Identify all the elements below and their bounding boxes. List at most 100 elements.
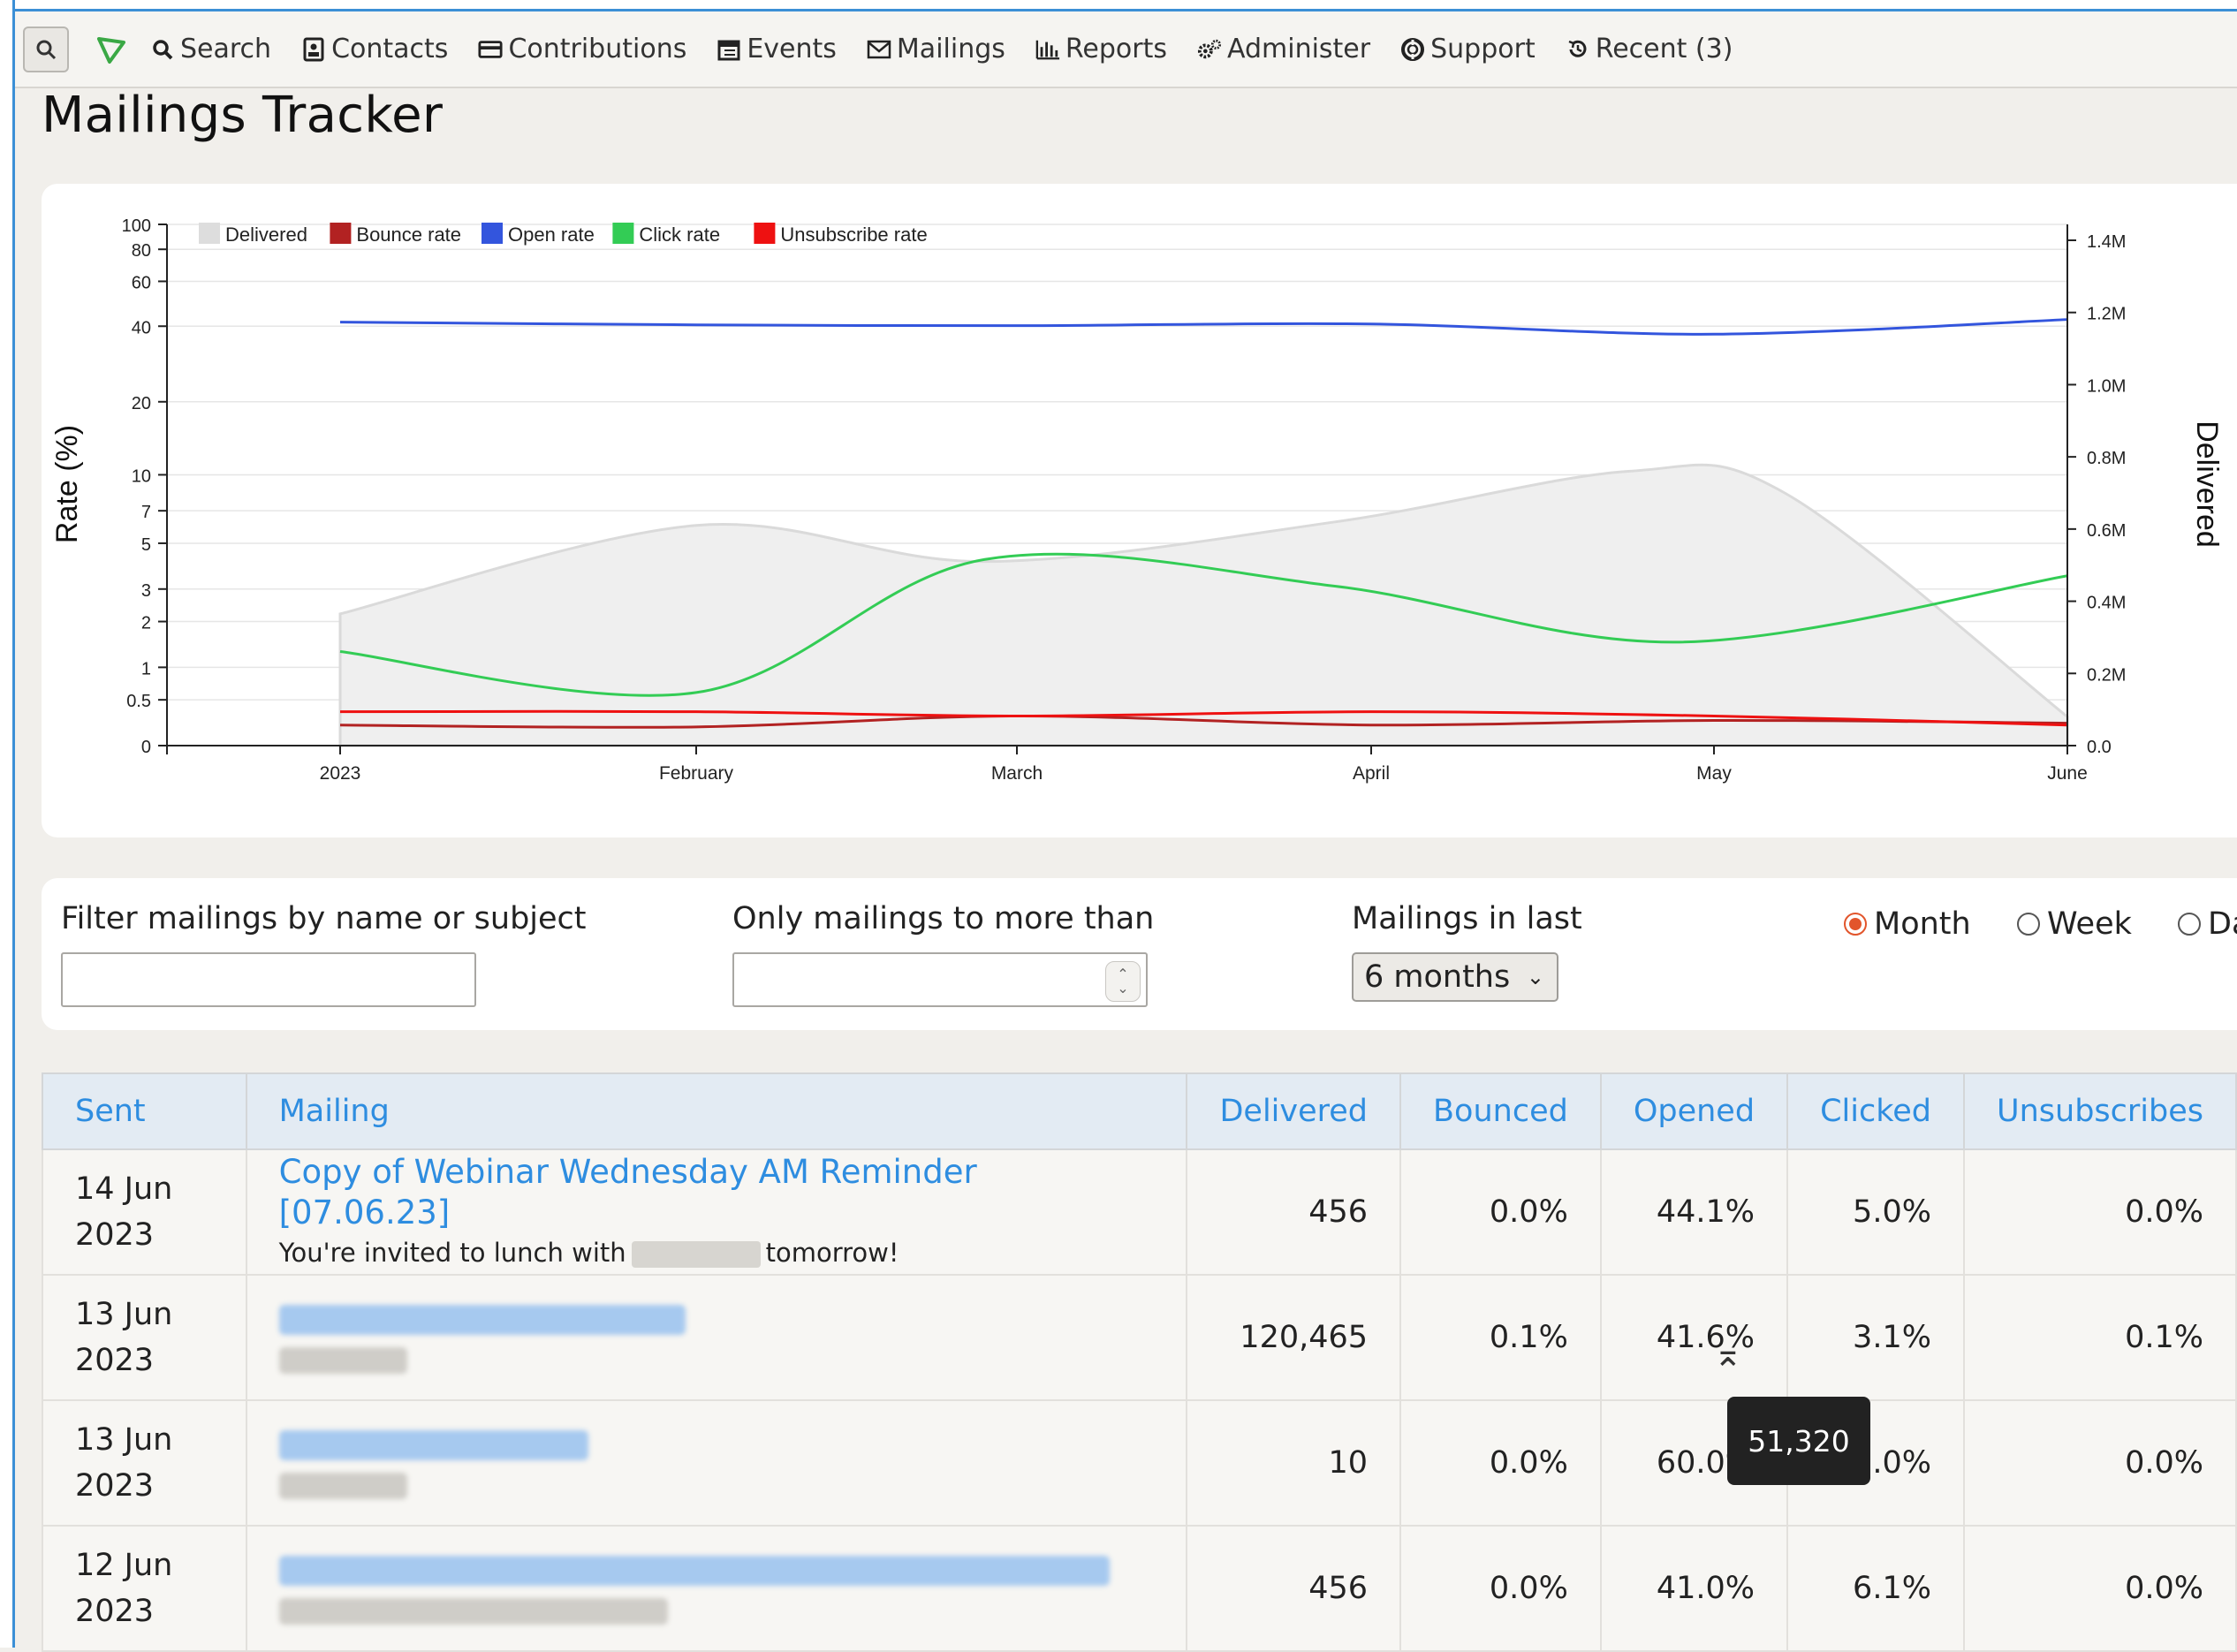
nav-mailings[interactable]: Mailings: [867, 34, 1005, 64]
mailing-link-blurred[interactable]: [278, 1305, 686, 1335]
y-tick-label: 60: [132, 273, 151, 292]
delivered-value: 456: [1186, 1525, 1402, 1652]
sent-day: 13 Jun: [75, 1297, 173, 1332]
mailing-stats-chart: 0 0.5 1 2 3 5 7 10 20 40 60 80 100 0.0 0.2M 0.4M 0.6M 0.…: [50, 216, 2224, 784]
nav-label: Search: [180, 34, 272, 64]
nav-contacts[interactable]: Contacts: [301, 34, 448, 64]
x-tick-label: June: [2047, 763, 2088, 784]
nav-administer[interactable]: Administer: [1197, 34, 1370, 64]
legend-label: Click rate: [639, 224, 720, 246]
legend-label: Bounce rate: [356, 224, 461, 246]
mailing-cell: [245, 1525, 1188, 1652]
radio-month[interactable]: Month: [1844, 906, 1971, 942]
sent-date: 13 Jun 2023: [42, 1399, 247, 1527]
column-header-mailing[interactable]: Mailing: [245, 1072, 1188, 1150]
y2-tick-label: 0.8M: [2087, 449, 2126, 468]
mailing-cell: [245, 1399, 1188, 1527]
name-filter-input[interactable]: [61, 952, 476, 1007]
number-stepper[interactable]: ⌃ ⌄: [1105, 961, 1141, 1002]
chart-card: 0 0.5 1 2 3 5 7 10 20 40 60 80 100 0.0 0.2M 0.4M 0.6M 0.…: [42, 184, 2237, 837]
nav-label: Administer: [1226, 34, 1371, 64]
y-tick-label: 40: [132, 318, 151, 337]
nav-label: Contacts: [331, 34, 449, 64]
column-header-sent[interactable]: Sent: [42, 1072, 247, 1150]
bounced-value: 0.0%: [1399, 1399, 1602, 1527]
chevron-down-icon: ⌄: [1526, 965, 1544, 989]
lifebuoy-icon: [1400, 37, 1425, 62]
nav-label: Reports: [1065, 34, 1167, 64]
civicrm-logo-icon[interactable]: [92, 30, 131, 69]
radio-day[interactable]: Day: [2178, 906, 2237, 942]
nav-reports[interactable]: Reports: [1035, 34, 1167, 64]
y-tick-label: 10: [132, 466, 151, 486]
x-tick-label: May: [1696, 763, 1732, 784]
y2-tick-label: 0.4M: [2087, 594, 2126, 613]
legend-swatch: [612, 223, 634, 244]
period-select[interactable]: 6 months ⌄: [1352, 952, 1558, 1002]
min-recipients-input[interactable]: ⌃ ⌄: [732, 952, 1148, 1007]
mailing-cell: Copy of Webinar Wednesday AM Reminder [0…: [245, 1148, 1188, 1276]
y2-tick-label: 1.2M: [2087, 305, 2126, 324]
series-open-rate-line: [339, 318, 2068, 336]
legend-swatch: [482, 223, 503, 244]
unsubscribes-value: 0.0%: [1962, 1148, 2237, 1276]
y2-tick-label: 1.0M: [2087, 376, 2126, 396]
table-row: 13 Jun 2023 10 0.0% 60.0% 30.0% 0.0%: [42, 1399, 2237, 1527]
nav-search[interactable]: Search: [150, 34, 271, 64]
column-header-clicked[interactable]: Clicked: [1786, 1072, 1965, 1150]
mailings-table: Sent Mailing Delivered Bounced Opened Cl…: [42, 1072, 2237, 1652]
nav-support[interactable]: Support: [1400, 34, 1536, 64]
y2-tick-label: 0.2M: [2087, 665, 2126, 685]
y-tick-label: 0.5: [126, 692, 151, 711]
name-filter-label: Filter mailings by name or subject: [61, 901, 587, 936]
unsubscribes-value: 0.1%: [1962, 1274, 2237, 1401]
bounced-value: 0.1%: [1399, 1274, 1602, 1401]
nav-events[interactable]: Events: [717, 34, 837, 64]
search-icon: [150, 37, 175, 62]
top-navigation: Search Contacts Contributions Events Mai…: [15, 11, 2237, 88]
opened-value: 41.6%: [1599, 1274, 1789, 1401]
table-header-row: Sent Mailing Delivered Bounced Opened Cl…: [42, 1072, 2237, 1150]
x-tick-label: 2023: [320, 763, 361, 784]
y-axis-label: Rate (%): [50, 425, 84, 543]
legend-label: Unsubscribe rate: [780, 224, 927, 246]
chevron-down-icon: ⌄: [1117, 980, 1129, 997]
nav-recent[interactable]: Recent (3): [1566, 34, 1733, 64]
sent-year: 2023: [75, 1468, 155, 1504]
nav-label: Contributions: [508, 34, 687, 64]
table-row: 13 Jun 2023 120,465 0.1% 41.6% 3.1% 0.1%: [42, 1274, 2237, 1401]
y-tick-label: 100: [122, 216, 151, 236]
y-tick-label: 7: [141, 503, 151, 522]
radio-label: Week: [2047, 906, 2132, 942]
y2-tick-label: 0.0: [2087, 738, 2112, 757]
subject-text: You're invited to lunch with: [278, 1238, 626, 1268]
clicked-value: 6.1%: [1786, 1525, 1965, 1652]
mailing-cell: [245, 1274, 1188, 1401]
sent-date: 13 Jun 2023: [42, 1274, 247, 1401]
quicksearch-button[interactable]: [23, 26, 69, 72]
bounced-value: 0.0%: [1399, 1525, 1602, 1652]
nav-label: Mailings: [896, 34, 1005, 64]
min-recipients-label: Only mailings to more than: [732, 901, 1155, 936]
delivered-value: 10: [1186, 1399, 1402, 1527]
mailing-link-blurred[interactable]: [278, 1430, 588, 1460]
column-header-delivered[interactable]: Delivered: [1186, 1072, 1402, 1150]
x-tick-label: February: [659, 763, 734, 784]
mailing-subject: You're invited to lunch with tomorrow!: [279, 1233, 1155, 1272]
column-header-bounced[interactable]: Bounced: [1399, 1072, 1602, 1150]
nav-contributions[interactable]: Contributions: [478, 34, 686, 64]
subject-text: tomorrow!: [765, 1238, 899, 1268]
nav-label: Recent (3): [1595, 34, 1733, 64]
x-tick-label: March: [991, 763, 1043, 784]
bounced-value: 0.0%: [1399, 1148, 1602, 1276]
table-row: 14 Jun 2023 Copy of Webinar Wednesday AM …: [42, 1148, 2237, 1276]
column-header-unsubscribes[interactable]: Unsubscribes: [1962, 1072, 2237, 1150]
legend-swatch: [199, 223, 220, 244]
column-header-opened[interactable]: Opened: [1599, 1072, 1789, 1150]
tooltip: 51,320: [1727, 1397, 1870, 1485]
mailing-link-blurred[interactable]: [278, 1556, 1110, 1586]
contact-card-icon: [301, 37, 326, 62]
delivered-value: 456: [1186, 1148, 1402, 1276]
radio-week[interactable]: Week: [2017, 906, 2132, 942]
mailing-link[interactable]: Copy of Webinar Wednesday AM Reminder [0…: [279, 1152, 1155, 1233]
